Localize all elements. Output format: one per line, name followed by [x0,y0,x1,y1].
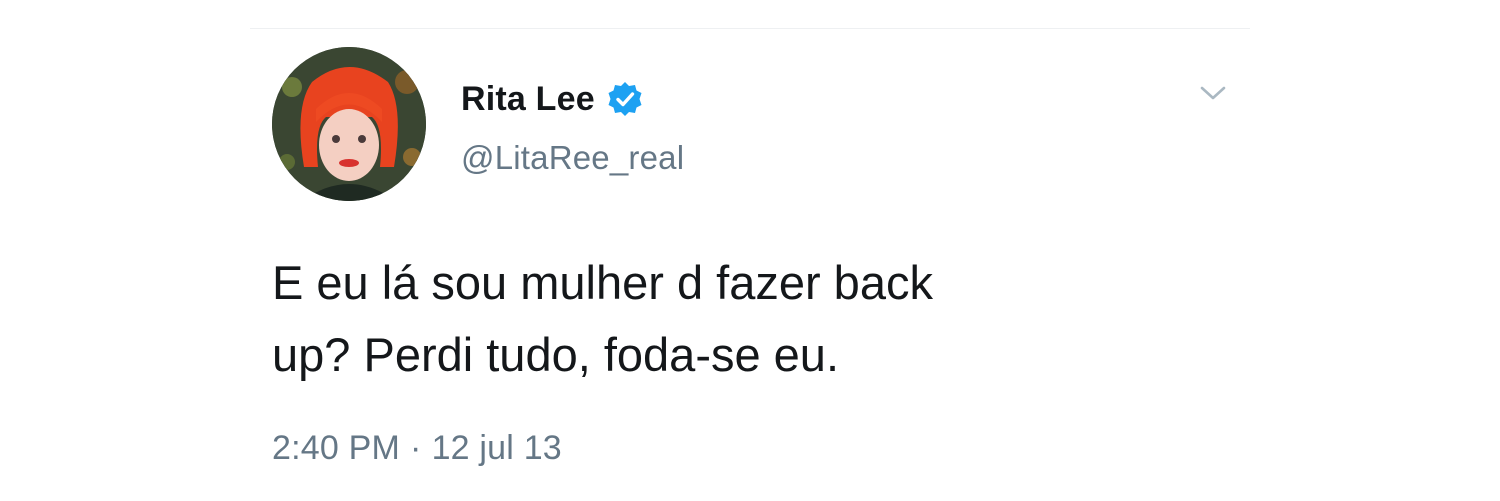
tweet-text-line: E eu lá sou mulher d fazer back [272,256,933,309]
author-handle[interactable]: @LitaRee_real [461,139,684,177]
tweet-card: Rita Lee @LitaRee_real E eu lá sou mulhe… [250,28,1250,501]
tweet-text-line: up? Perdi tudo, foda-se eu. [272,328,840,381]
tweet-timestamp[interactable]: 2:40 PM · 12 jul 13 [272,429,562,468]
tweet-text: E eu lá sou mulher d fazer back up? Perd… [272,247,1172,391]
author-avatar[interactable] [272,47,426,201]
author-name-row: Rita Lee [461,79,643,119]
verified-badge-icon [607,81,643,117]
tweet-date: 12 jul 13 [431,429,562,467]
avatar-image [272,47,426,201]
timestamp-separator: · [410,429,422,467]
author-display-name[interactable]: Rita Lee [461,80,595,119]
chevron-down-icon[interactable] [1198,83,1228,103]
tweet-time: 2:40 PM [272,429,401,467]
